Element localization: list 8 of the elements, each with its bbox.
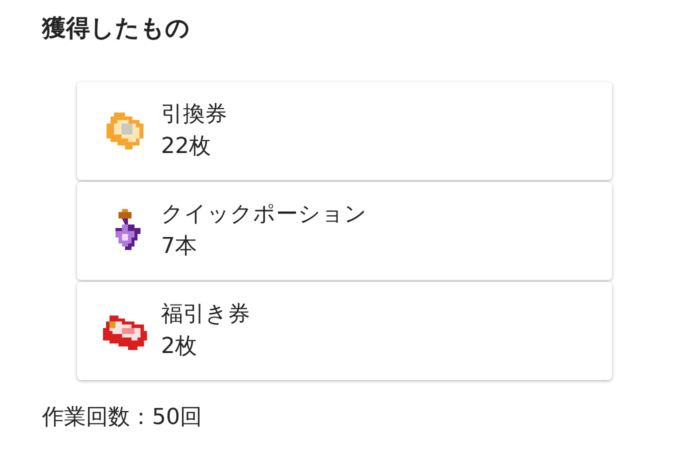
item-name: 福引き券 [161, 301, 250, 329]
item-count: 7本 [161, 233, 198, 261]
work-count: 作業回数：50回 [42, 404, 203, 432]
item-name: 引換券 [161, 101, 227, 129]
item-count: 2枚 [161, 333, 198, 361]
item-name: クイックポーション [161, 201, 367, 229]
item-count: 22枚 [161, 133, 212, 161]
section-title: 獲得したもの [42, 13, 191, 44]
